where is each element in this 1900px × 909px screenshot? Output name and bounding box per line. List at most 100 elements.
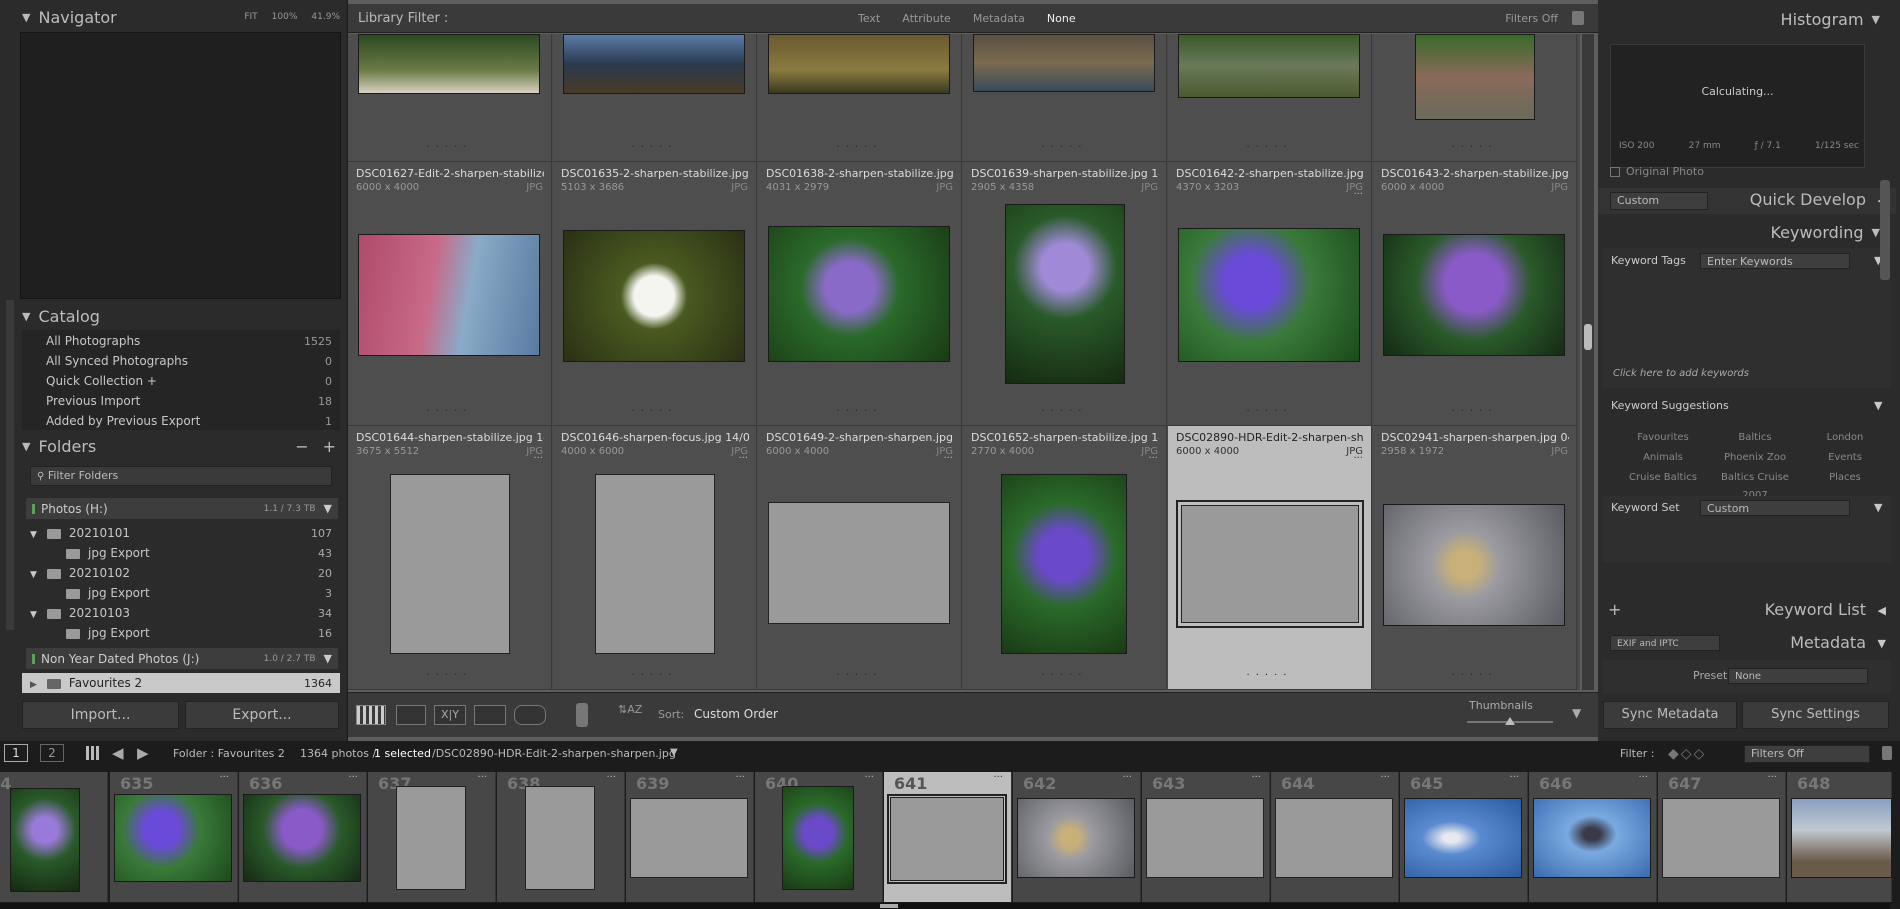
filmstrip-cell[interactable]: 648 <box>1787 772 1892 902</box>
rating-dots[interactable]: ····· <box>758 142 961 153</box>
photo-thumbnail[interactable] <box>1383 234 1565 356</box>
keyword-suggestion[interactable]: Events <box>1800 449 1890 467</box>
filmstrip-scrollbar[interactable] <box>0 903 1890 909</box>
navigator-preview[interactable] <box>20 32 341 299</box>
more-options-icon[interactable]: ··· <box>1380 772 1390 783</box>
original-photo-toggle[interactable]: Original Photo <box>1610 165 1704 178</box>
add-keyword-icon[interactable]: + <box>1608 600 1621 619</box>
folder-row[interactable]: jpg Export 43 <box>22 543 340 563</box>
metadata-view-select[interactable]: EXIF and IPTC <box>1610 635 1720 651</box>
zoom-100[interactable]: 100% <box>272 12 298 22</box>
photo-thumbnail[interactable] <box>1005 204 1125 384</box>
more-options-icon[interactable]: ··· <box>606 772 616 783</box>
folder-row[interactable]: ▼ 20210103 34 <box>22 603 340 623</box>
filmstrip-cell[interactable]: 635 ··· <box>110 772 238 902</box>
filmstrip-thumbnail[interactable] <box>1017 798 1135 878</box>
file-dropdown-icon[interactable]: ▼ <box>670 747 678 758</box>
rating-dots[interactable]: ····· <box>1373 142 1576 153</box>
filmstrip-cell[interactable]: 636 ··· <box>239 772 367 902</box>
folder-path[interactable]: Folder : Favourites 2 <box>173 747 285 760</box>
catalog-header[interactable]: ▼ Catalog <box>22 303 340 329</box>
filter-metadata-tab[interactable]: Metadata <box>973 12 1025 25</box>
grid-cell[interactable]: DSC01635-2-sharpen-stabilize.jpg 1... 51… <box>553 162 757 426</box>
photo-thumbnail[interactable] <box>563 34 745 94</box>
more-options-icon[interactable]: ··· <box>1353 453 1363 464</box>
collapse-triangle-icon[interactable]: ▼ <box>22 11 30 24</box>
more-options-icon[interactable]: ··· <box>1122 772 1132 783</box>
filter-text-tab[interactable]: Text <box>858 12 880 25</box>
more-options-icon[interactable]: ··· <box>1509 772 1519 783</box>
keywording-header[interactable]: Keywording ▼ <box>1598 219 1888 245</box>
screen1-button[interactable]: 1 <box>4 744 28 762</box>
catalog-item-quick-collection[interactable]: Quick Collection + 0 <box>22 371 340 391</box>
grid-mode-icon[interactable] <box>86 746 100 760</box>
collapse-triangle-icon[interactable]: ▼ <box>22 310 30 323</box>
metadata-header[interactable]: EXIF and IPTC Metadata ▼ <box>1598 630 1896 656</box>
keyword-suggestion[interactable]: Baltics Cruise 2007 <box>1710 469 1800 501</box>
lock-icon[interactable] <box>1882 746 1892 760</box>
grid-cell-selected[interactable]: DSC02890-HDR-Edit-2-sharpen-sha... 6000 … <box>1168 426 1372 690</box>
filmstrip-cell[interactable]: 634 <box>0 772 108 902</box>
catalog-item-previous-import[interactable]: Previous Import 18 <box>22 391 340 411</box>
rating-dots[interactable]: ····· <box>348 406 551 417</box>
forward-arrow-icon[interactable]: ▶ <box>137 744 149 762</box>
more-options-icon[interactable]: ··· <box>1251 772 1261 783</box>
rating-dots[interactable]: ····· <box>758 670 961 681</box>
expand-triangle-icon[interactable]: ▼ <box>30 530 37 540</box>
photo-thumbnail[interactable] <box>768 34 950 94</box>
volume-photos-h[interactable]: Photos (H:) 1.1 / 7.3 TB ▼ <box>26 498 338 519</box>
quick-develop-header[interactable]: Custom Quick Develop ◀ <box>1598 188 1896 214</box>
more-options-icon[interactable]: ··· <box>735 772 745 783</box>
selected-file-name[interactable]: /DSC02890-HDR-Edit-2-sharpen-sharpen.jpg <box>432 747 676 760</box>
filmstrip-thumbnail-placeholder[interactable] <box>1146 798 1264 878</box>
expand-triangle-icon[interactable]: ▶ <box>30 680 37 690</box>
preset-select[interactable]: Custom <box>1610 192 1708 210</box>
rating-dots[interactable]: ····· <box>553 142 756 153</box>
grid-cell[interactable]: DSC01627-Edit-2-sharpen-stabilize.j... 6… <box>348 162 552 426</box>
photo-thumbnail[interactable] <box>358 34 540 94</box>
keyword-suggestion[interactable]: London <box>1800 429 1890 447</box>
grid-cell[interactable]: DSC02941-sharpen-sharpen.jpg 04... 2958 … <box>1373 426 1577 690</box>
folder-row-selected[interactable]: ▶ Favourites 2 1364 <box>22 673 340 693</box>
rating-dots[interactable]: ····· <box>1168 670 1371 681</box>
rating-dots[interactable]: ····· <box>758 406 961 417</box>
filmstrip-cell-selected[interactable]: 641 ··· <box>884 772 1012 902</box>
keyword-suggestion[interactable]: Cruise Baltics <box>1618 469 1708 487</box>
more-options-icon[interactable]: ··· <box>943 453 953 464</box>
add-folder-icon[interactable]: + <box>323 437 336 456</box>
grid-scrollbar[interactable] <box>1582 34 1594 690</box>
rating-dots[interactable]: ····· <box>963 406 1166 417</box>
photo-thumbnail-placeholder[interactable] <box>390 474 510 654</box>
grid-cell[interactable]: DSC01639-sharpen-stabilize.jpg 14... 290… <box>963 162 1167 426</box>
filmstrip-thumbnail-placeholder[interactable] <box>1662 798 1780 878</box>
lock-icon[interactable] <box>1572 11 1584 25</box>
loupe-view-icon[interactable] <box>396 705 426 725</box>
histogram-header[interactable]: Histogram ▼ <box>1598 6 1888 32</box>
filmstrip-cell[interactable]: 639 ··· <box>626 772 754 902</box>
filmstrip-thumbnail-placeholder[interactable] <box>396 786 466 890</box>
zoom-custom[interactable]: 41.9% <box>311 12 340 22</box>
filmstrip-cell[interactable]: 645 ··· <box>1400 772 1528 902</box>
screen2-button[interactable]: 2 <box>40 744 64 762</box>
filmstrip-cell[interactable]: 646 ··· <box>1529 772 1657 902</box>
filmstrip-thumbnail[interactable] <box>243 794 361 882</box>
more-options-icon[interactable]: ··· <box>348 772 358 783</box>
toolbar-menu-icon[interactable]: ▼ <box>1572 706 1581 720</box>
filmstrip-thumbnail[interactable] <box>1533 798 1651 878</box>
grid-cell[interactable]: DSC01646-sharpen-focus.jpg 14/05... 4000… <box>553 426 757 690</box>
expand-triangle-icon[interactable]: ▼ <box>30 570 37 580</box>
sort-dropdown[interactable]: Custom Order <box>694 707 778 721</box>
more-options-icon[interactable]: ··· <box>1353 189 1363 200</box>
grid-cell[interactable]: ····· <box>348 34 552 162</box>
grid-cell[interactable]: ····· <box>963 34 1167 162</box>
grid-view-icon[interactable] <box>356 705 386 725</box>
grid-cell[interactable]: DSC01643-2-sharpen-stabilize.jpg 1... 60… <box>1373 162 1577 426</box>
grid-cell[interactable]: DSC01652-sharpen-stabilize.jpg 14... 277… <box>963 426 1167 690</box>
photo-thumbnail-placeholder[interactable] <box>1181 505 1359 623</box>
metadata-preset-select[interactable]: None <box>1728 668 1868 684</box>
slider-handle[interactable] <box>1505 717 1515 725</box>
filmstrip-thumbnail[interactable] <box>1791 798 1892 878</box>
rating-dots[interactable]: ····· <box>1168 142 1371 153</box>
photo-thumbnail[interactable] <box>1178 34 1360 98</box>
catalog-item-added-by-export[interactable]: Added by Previous Export 1 <box>22 411 340 431</box>
